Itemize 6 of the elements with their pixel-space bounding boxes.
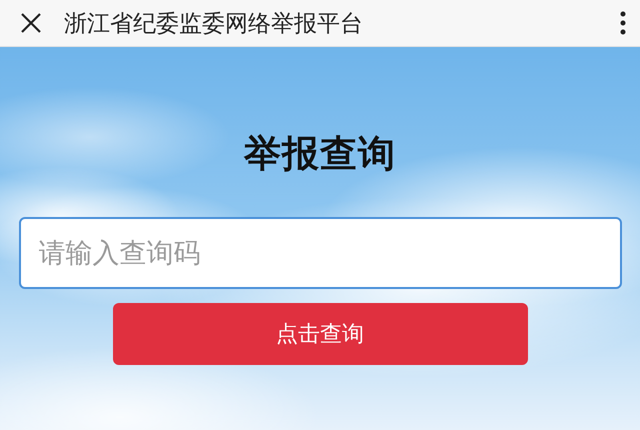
page-heading: 举报查询	[244, 131, 396, 177]
menu-icon[interactable]	[620, 11, 626, 35]
close-icon[interactable]	[20, 12, 42, 34]
query-button[interactable]: 点击查询	[112, 303, 528, 365]
page-title: 浙江省纪委监委网络举报平台	[64, 10, 364, 38]
query-field[interactable]: 请输入查询码	[18, 217, 622, 289]
